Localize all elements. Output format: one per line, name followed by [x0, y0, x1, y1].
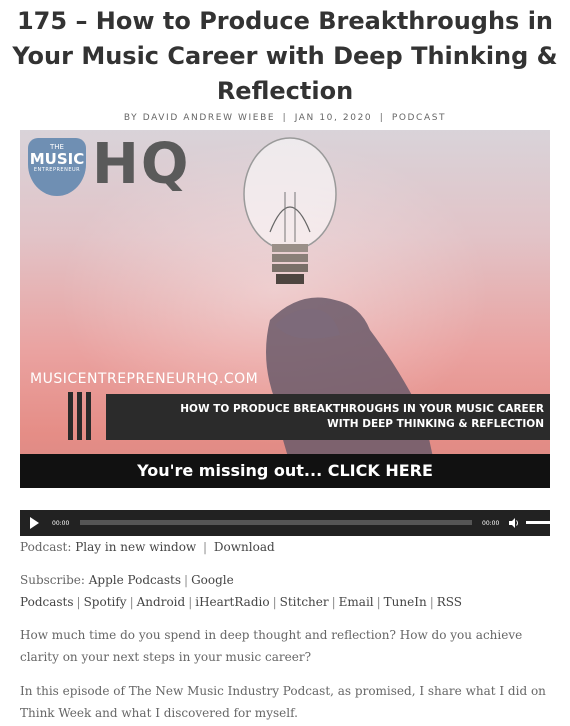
current-time: 00:00 — [52, 520, 70, 527]
body-paragraph-2: In this episode of The New Music Industr… — [20, 684, 546, 720]
banner-line-1: HOW TO PRODUCE BREAKTHROUGHS IN YOUR MUS… — [180, 403, 544, 415]
featured-image[interactable]: THE MUSIC ENTREPRENEUR HQ MUSICENTREPREN… — [20, 130, 550, 488]
link-separator: | — [76, 595, 81, 609]
subscribe-android-link[interactable]: Android — [137, 595, 186, 609]
author-link[interactable]: David Andrew Wiebe — [143, 113, 275, 123]
post-title[interactable]: 175 – How to Produce Breakthroughs in Yo… — [0, 4, 570, 109]
play-new-window-link[interactable]: Play in new window — [75, 540, 196, 554]
subscribe-label: Subscribe: — [20, 573, 85, 587]
subscribe-spotify-link[interactable]: Spotify — [84, 595, 127, 609]
volume-slider[interactable] — [526, 521, 558, 524]
post-meta: by David Andrew Wiebe | Jan 10, 2020 | P… — [0, 113, 570, 123]
play-button[interactable] — [30, 517, 39, 529]
subscribe-email-link[interactable]: Email — [339, 595, 374, 609]
subscribe-line: Subscribe: Apple Podcasts | Google Podcast… — [20, 569, 550, 613]
subscribe-rss-link[interactable]: RSS — [437, 595, 462, 609]
link-separator: | — [429, 595, 434, 609]
page: 175 – How to Produce Breakthroughs in Yo… — [0, 0, 570, 726]
episode-banner: HOW TO PRODUCE BREAKTHROUGHS IN YOUR MUS… — [106, 394, 550, 440]
decorative-bars — [68, 392, 98, 440]
site-url-text: MUSICENTREPRENEURHQ.COM — [30, 371, 259, 387]
podcast-label: Podcast: — [20, 540, 72, 554]
link-separator: | — [376, 595, 381, 609]
music-entrepreneur-logo: THE MUSIC ENTREPRENEUR — [28, 138, 86, 196]
meta-separator: | — [282, 113, 288, 123]
link-separator: | — [331, 595, 336, 609]
link-separator: | — [272, 595, 277, 609]
link-separator: | — [184, 573, 189, 587]
duration-time: 00:00 — [482, 520, 500, 527]
category-link[interactable]: Podcast — [392, 113, 446, 123]
post-date: Jan 10, 2020 — [294, 113, 373, 123]
link-separator: | — [129, 595, 134, 609]
subscribe-apple-podcasts-link[interactable]: Apple Podcasts — [89, 573, 181, 587]
logo-sub-text: ENTREPRENEUR — [33, 167, 81, 173]
by-label: by — [123, 113, 139, 123]
podcast-links-line: Podcast: Play in new window | Download — [20, 536, 275, 558]
bar-shape — [77, 392, 82, 440]
meta-separator: | — [379, 113, 385, 123]
cta-banner[interactable]: You're missing out... CLICK HERE — [20, 454, 550, 488]
banner-line-2: WITH DEEP THINKING & REFLECTION — [327, 418, 544, 430]
download-link[interactable]: Download — [214, 540, 275, 554]
logo-main-text: MUSIC — [29, 150, 85, 168]
audio-player: 00:00 00:00 — [20, 510, 558, 536]
logo-hq-text: HQ — [92, 132, 191, 197]
subscribe-iheartradio-link[interactable]: iHeartRadio — [195, 595, 269, 609]
seek-bar[interactable] — [80, 520, 472, 525]
bar-shape — [86, 392, 91, 440]
link-separator: | — [188, 595, 193, 609]
volume-icon[interactable] — [508, 517, 520, 529]
link-separator: | — [203, 540, 208, 554]
body-paragraph-1: How much time do you spend in deep thoug… — [20, 628, 523, 664]
bar-shape — [68, 392, 73, 440]
subscribe-tunein-link[interactable]: TuneIn — [384, 595, 427, 609]
subscribe-stitcher-link[interactable]: Stitcher — [280, 595, 329, 609]
